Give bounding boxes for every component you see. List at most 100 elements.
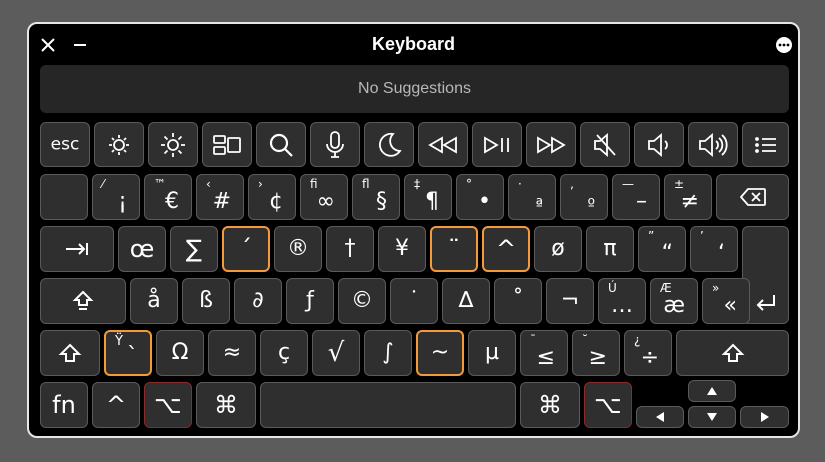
key-left-command[interactable]: ⌘ [196,382,256,428]
key-grave-blank[interactable] [40,174,88,220]
key-d[interactable]: ∂ [234,278,282,324]
key-q[interactable]: œ [118,226,166,272]
key-e-dead[interactable]: ´ [222,226,270,272]
key-label: ≥ [588,345,607,370]
microphone-icon [311,130,359,160]
key-4[interactable]: › ¢ [248,174,296,220]
key-brightness-down[interactable] [94,122,144,167]
key-u-dead[interactable]: ¨ [430,226,478,272]
play-pause-icon [473,134,521,156]
key-label: Ω [171,340,189,365]
key-brightness-up[interactable] [148,122,198,167]
key-fast-forward[interactable] [526,122,576,167]
key-t[interactable]: † [326,226,374,272]
key-equals[interactable]: ± ≠ [664,174,712,220]
key-6[interactable]: ﬂ § [352,174,400,220]
key-right-option[interactable]: ⌥ [584,382,632,428]
key-volume-up[interactable] [688,122,738,167]
key-z[interactable]: Ω [156,330,204,376]
key-arrow-down[interactable] [688,406,736,428]
key-label: ¡ [118,189,127,214]
key-x[interactable]: ≈ [208,330,256,376]
key-backslash[interactable]: » « [702,278,750,324]
key-mute[interactable] [580,122,630,167]
key-shift-label: ¿ [634,333,641,347]
key-o[interactable]: ø [534,226,582,272]
key-9[interactable]: · ª [508,174,556,220]
key-arrow-up[interactable] [688,380,736,402]
key-label: • [478,189,491,214]
key-volume-down[interactable] [634,122,684,167]
key-i-dead[interactable]: ^ [482,226,530,272]
key-period[interactable]: ˘ ≥ [572,330,620,376]
key-label: ^ [105,391,127,419]
key-shift-label: ˘ [582,333,588,347]
key-arrow-left[interactable] [636,406,684,428]
key-right-shift[interactable] [676,330,789,376]
key-7[interactable]: ‡ ¶ [404,174,452,220]
key-8[interactable]: ° • [456,174,504,220]
key-delete[interactable] [716,174,789,220]
key-quote[interactable]: Æ æ [650,278,698,324]
key-label: ≠ [680,189,699,214]
key-do-not-disturb[interactable] [364,122,414,167]
key-grave-dead[interactable]: Ÿ ` [104,330,152,376]
key-semicolon[interactable]: Ú … [598,278,646,324]
key-s[interactable]: ß [182,278,230,324]
key-c[interactable]: ç [260,330,308,376]
key-g[interactable]: © [338,278,386,324]
suggestions-bar: No Suggestions [40,65,789,113]
key-label: fn [52,391,76,419]
arrow-right-icon [741,412,788,422]
key-b[interactable]: ∫ [364,330,412,376]
key-l[interactable]: ¬ [546,278,594,324]
key-1[interactable]: ⁄ ¡ [92,174,140,220]
key-w[interactable]: ∑ [170,226,218,272]
key-5[interactable]: ﬁ ∞ [300,174,348,220]
key-caps-lock[interactable] [40,278,126,324]
key-3[interactable]: ‹ # [196,174,244,220]
key-left-option[interactable]: ⌥ [144,382,192,428]
key-k[interactable]: ˚ [494,278,542,324]
key-shift-label: ⁄ [102,177,105,191]
key-h[interactable]: ˙ [390,278,438,324]
key-dictation[interactable] [310,122,360,167]
key-rewind[interactable] [418,122,468,167]
key-v[interactable]: √ [312,330,360,376]
key-right-bracket[interactable]: ’ ‘ [690,226,738,272]
key-spotlight[interactable] [256,122,306,167]
key-tab[interactable] [40,226,114,272]
delete-backward-icon [717,187,788,207]
key-comma[interactable]: ¯ ≤ [520,330,568,376]
key-0[interactable]: ‚ º [560,174,608,220]
more-options-icon[interactable] [773,34,795,56]
key-label: ∞ [316,189,335,214]
key-minus[interactable]: — – [612,174,660,220]
key-shift-label: Ÿ [115,334,123,349]
key-2[interactable]: ™ € [144,174,192,220]
key-space[interactable] [260,382,516,428]
key-play-pause[interactable] [472,122,522,167]
key-f[interactable]: ƒ [286,278,334,324]
key-r[interactable]: ® [274,226,322,272]
key-n-dead[interactable]: ~ [416,330,464,376]
key-p[interactable]: π [586,226,634,272]
key-arrow-right[interactable] [740,406,789,428]
key-control[interactable]: ^ [92,382,140,428]
key-m[interactable]: µ [468,330,516,376]
key-a[interactable]: å [130,278,178,324]
key-fn[interactable]: fn [40,382,88,428]
key-list[interactable] [742,122,789,167]
key-esc[interactable]: esc [40,122,90,167]
key-left-shift[interactable] [40,330,100,376]
key-right-command[interactable]: ⌘ [520,382,580,428]
key-label: ÷ [640,345,659,370]
key-shift-label: ‡ [414,177,420,191]
key-label: “ [661,241,673,266]
key-mission-control[interactable] [202,122,252,167]
key-slash[interactable]: ¿ ÷ [624,330,672,376]
key-left-bracket[interactable]: ” “ [638,226,686,272]
key-label: ≤ [536,345,555,370]
key-y[interactable]: ¥ [378,226,426,272]
key-j[interactable]: ∆ [442,278,490,324]
